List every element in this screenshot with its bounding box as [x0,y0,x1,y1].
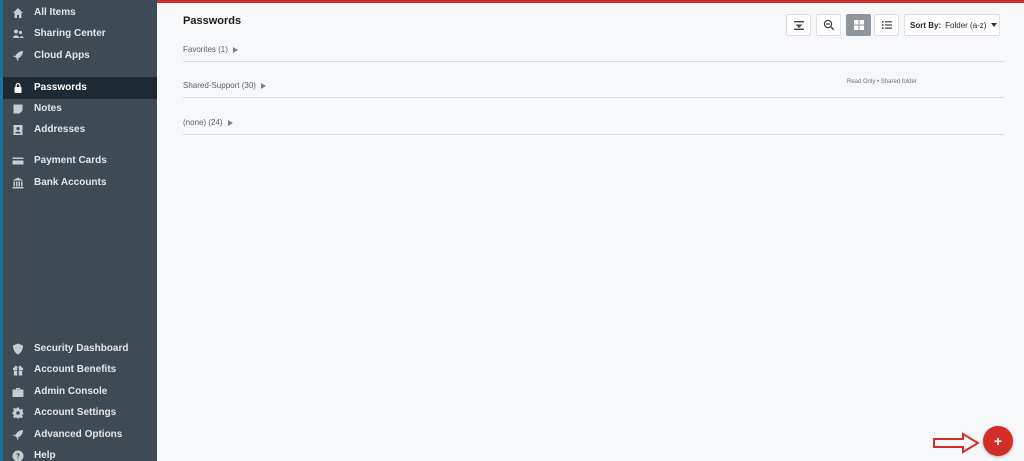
rocket-icon [12,429,24,441]
sidebar-item-label: Addresses [34,124,86,135]
expand-arrow-icon [227,119,233,126]
sidebar-item-account-benefits[interactable]: Account Benefits [3,359,157,381]
shared-folder-note: Read Only • Shared folder [847,79,917,85]
sidebar-item-label: Cloud Apps [34,50,90,61]
page-title: Passwords [183,15,242,27]
folder-group-shared-support[interactable]: Shared-Support (30) Read Only • Shared f… [183,78,1004,98]
briefcase-icon [12,386,24,398]
sort-value: Folder (a-z) [945,20,987,30]
sidebar-item-label: Help [34,450,56,461]
sidebar-item-all-items[interactable]: All Items [3,2,157,24]
sidebar-item-notes[interactable]: Notes [3,98,157,120]
collapse-all-button[interactable] [786,14,811,36]
sort-dropdown[interactable]: Sort By: Folder (a-z) [904,14,1000,36]
folder-group-none[interactable]: (none) (24) [183,115,1004,135]
sort-label: Sort By: [910,20,942,30]
folder-group-title: (none) (24) [183,118,233,127]
home-icon [12,7,24,19]
sidebar-item-label: Notes [34,103,62,114]
sidebar-item-help[interactable]: Help [3,445,157,461]
sidebar-item-sharing-center[interactable]: Sharing Center [3,23,157,45]
sidebar-item-cloud-apps[interactable]: Cloud Apps [3,45,157,67]
zoom-button[interactable] [816,14,841,36]
lock-icon [12,82,24,94]
folder-group-title: Favorites (1) [183,45,238,54]
sidebar-item-label: All Items [34,7,76,18]
folder-group-favorites[interactable]: Favorites (1) [183,42,1004,62]
sidebar-item-advanced-options[interactable]: Advanced Options [3,424,157,446]
rocket-icon [12,50,24,62]
note-icon [12,103,24,115]
add-item-button[interactable]: + [983,426,1013,456]
sidebar-item-passwords[interactable]: Passwords [3,77,157,99]
sidebar-item-payment-cards[interactable]: Payment Cards [3,150,157,172]
list-view-button[interactable] [874,14,899,36]
sidebar-item-label: Passwords [34,82,87,93]
sidebar-item-label: Payment Cards [34,155,107,166]
chevron-down-icon [991,23,998,27]
gear-icon [12,407,24,419]
collapse-icon [793,21,804,30]
grid-view-button[interactable] [846,14,871,36]
sidebar-item-security-dashboard[interactable]: Security Dashboard [3,338,157,360]
sidebar-item-admin-console[interactable]: Admin Console [3,381,157,403]
top-accent-bar [157,0,1024,3]
annotation-arrow-icon [933,432,980,454]
shield-icon [12,343,24,355]
sidebar-item-bank-accounts[interactable]: Bank Accounts [3,172,157,194]
expand-arrow-icon [260,82,266,89]
sidebar-item-label: Security Dashboard [34,343,129,354]
list-icon [881,21,892,29]
sidebar-item-label: Bank Accounts [34,177,107,188]
address-book-icon [12,124,24,136]
sidebar-item-label: Admin Console [34,386,108,397]
folder-group-title: Shared-Support (30) [183,81,266,90]
sidebar-item-addresses[interactable]: Addresses [3,119,157,141]
question-icon [12,450,24,461]
sidebar-item-label: Sharing Center [34,28,106,39]
credit-card-icon [12,155,24,167]
sidebar: All Items Sharing Center Cloud Apps Pass… [0,0,157,461]
sharing-icon [12,28,24,40]
sidebar-item-label: Account Settings [34,407,117,418]
sidebar-item-label: Advanced Options [34,429,123,440]
expand-arrow-icon [232,46,238,53]
bank-icon [12,177,24,189]
zoom-out-icon [823,19,834,31]
sidebar-item-account-settings[interactable]: Account Settings [3,402,157,424]
gift-icon [12,364,24,376]
sidebar-item-label: Account Benefits [34,364,117,375]
grid-icon [853,20,864,30]
